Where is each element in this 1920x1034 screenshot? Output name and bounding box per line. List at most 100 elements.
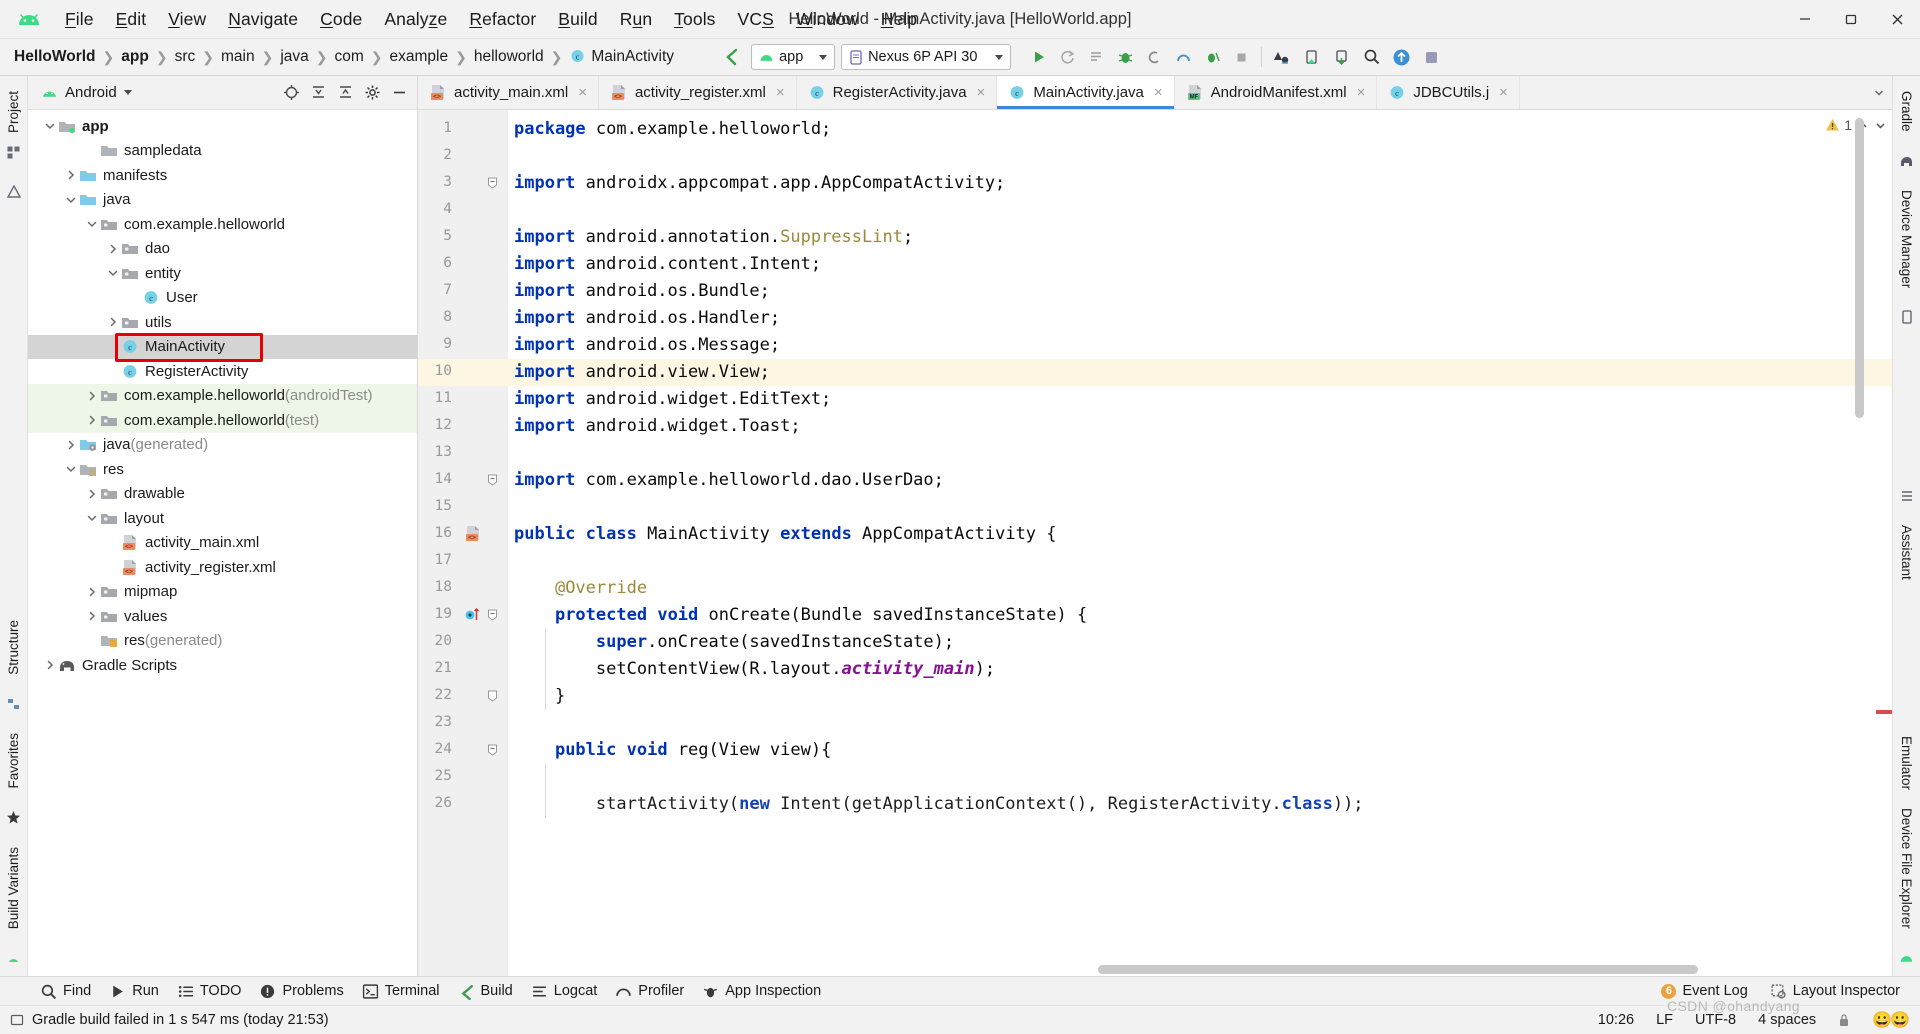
breadcrumb-item-src[interactable]: src [175,48,196,66]
rail-tab-emulator[interactable]: Emulator [1899,727,1914,799]
chevron-down-icon[interactable] [42,118,58,134]
minimize-button[interactable] [1782,0,1828,38]
tool-window-event-log[interactable]: 6 Event Log [1657,983,1761,999]
menu-item-window[interactable]: Window [785,6,870,33]
close-tab-icon[interactable]: × [1357,84,1366,101]
restore-button[interactable] [1828,0,1874,38]
editor-gutter[interactable]: 1 2 3 4 5 6 7 8 9 10 11 12 13 14 15 16 <> 17 18 19 20 21 22 23 2… [418,110,508,976]
menu-item-view[interactable]: View [157,6,217,33]
editor-tab-activity_register-xml[interactable]: <> activity_register.xml × [598,76,797,109]
menu-item-help[interactable]: Help [870,6,928,33]
tree-item[interactable]: manifests [28,163,417,188]
inspection-status[interactable]: 1 [1825,117,1852,133]
status-message[interactable]: Gradle build failed in 1 s 547 ms (today… [32,1012,329,1028]
error-stripe-marker[interactable] [1876,710,1892,714]
tree-item[interactable]: <> activity_register.xml [28,555,417,580]
menu-item-navigate[interactable]: Navigate [217,6,309,33]
vcs-update-button[interactable] [1388,44,1415,71]
tree-item[interactable]: <> activity_main.xml [28,531,417,556]
code-fold-icon[interactable] [486,743,500,757]
tree-item[interactable]: sampledata [28,139,417,164]
chevron-down-icon[interactable] [63,192,79,208]
editor-tab-bar[interactable]: <> activity_main.xml × <> activity_register.… [418,76,1892,110]
collapse-all-icon[interactable] [333,81,357,105]
menu-item-analyze[interactable]: Analyze [373,6,458,33]
structure-icon[interactable] [4,694,24,714]
chevron-right-icon[interactable] [84,412,100,428]
tool-window-build[interactable]: Build [454,983,527,1000]
close-tab-icon[interactable]: × [578,84,587,101]
editor-tab-androidmanifest-xml[interactable]: MF AndroidManifest.xml × [1174,76,1378,109]
run-coverage-button[interactable] [1199,44,1226,71]
tree-item[interactable]: java [28,188,417,213]
tree-item[interactable]: values [28,604,417,629]
tree-item-selected[interactable]: c MainActivity [28,334,417,359]
tree-item[interactable]: java (generated) [28,433,417,458]
code-fold-icon[interactable] [486,176,500,190]
tool-window-run[interactable]: Run [105,983,173,1000]
tree-item[interactable]: com.example.helloworld (test) [28,408,417,433]
gutter-layout-xml-icon[interactable]: <> [464,525,482,543]
sdk-manager-button[interactable] [1268,44,1295,71]
rail-tab-device-file-explorer[interactable]: Device File Explorer [1899,799,1914,938]
tree-item[interactable]: drawable [28,482,417,507]
line-separator[interactable]: LF [1656,1012,1673,1028]
next-highlight-icon[interactable] [1874,119,1888,133]
favorites-star-icon[interactable] [4,808,24,828]
tool-window-layout-inspector[interactable]: Layout Inspector [1766,983,1914,1000]
close-tab-icon[interactable]: × [776,84,785,101]
breadcrumb-item-java[interactable]: java [280,48,308,66]
rail-tab-project[interactable]: Project [6,82,21,142]
close-tab-icon[interactable]: × [977,84,986,101]
hide-panel-icon[interactable] [387,81,411,105]
indent-setting[interactable]: 4 spaces [1758,1012,1816,1028]
gutter-override-method-icon[interactable] [464,606,482,624]
file-encoding[interactable]: UTF-8 [1695,1012,1736,1028]
code-content[interactable]: package com.example.helloworld; import an… [508,110,1892,976]
chevron-right-icon[interactable] [84,388,100,404]
menu-item-code[interactable]: Code [309,6,373,33]
lock-icon[interactable] [1838,1013,1850,1027]
chevron-right-icon[interactable] [84,486,100,502]
caret-position[interactable]: 10:26 [1598,1012,1634,1028]
close-button[interactable] [1874,0,1920,38]
search-everywhere-button[interactable] [1358,44,1385,71]
rail-tab-structure[interactable]: Structure [6,611,21,684]
chevron-down-icon[interactable] [84,510,100,526]
tree-item[interactable]: layout [28,506,417,531]
breadcrumb-item-mainactivity[interactable]: c MainActivity [569,48,674,66]
chevron-right-icon[interactable] [63,167,79,183]
chevron-right-icon[interactable] [84,608,100,624]
breadcrumb-item-helloworld[interactable]: helloworld [474,48,544,66]
chevron-down-icon[interactable] [105,265,121,281]
editor-tab-activity_main-xml[interactable]: <> activity_main.xml × [418,76,599,109]
breadcrumb-item-app[interactable]: app [121,48,149,66]
breadcrumb-item-com[interactable]: com [334,48,363,66]
tree-item[interactable]: res [28,457,417,482]
apply-changes-button[interactable] [1083,44,1110,71]
rail-tab-assistant[interactable]: Assistant [1899,516,1914,589]
device-file-explorer-button[interactable] [1328,44,1355,71]
close-tab-icon[interactable]: × [1499,84,1508,101]
module-selector[interactable]: app [751,44,836,70]
build-variants-icon[interactable] [4,948,24,968]
profile-button[interactable] [1170,44,1197,71]
chevron-down-icon[interactable] [123,90,132,95]
tool-window-problems[interactable]: Problems [255,983,357,1000]
avd-manager-button[interactable] [1298,44,1325,71]
rail-tab-gradle[interactable]: Gradle [1899,82,1914,141]
run-button[interactable] [1025,44,1052,71]
tool-window-app-inspection[interactable]: App Inspection [698,983,835,1000]
tree-item[interactable]: app [28,114,417,139]
chevron-right-icon[interactable] [105,314,121,330]
tree-item[interactable]: com.example.helloworld (androidTest) [28,383,417,408]
menu-item-refactor[interactable]: Refactor [458,6,547,33]
editor-tab-jdbcutils-j[interactable]: c JDBCUtils.j × [1377,76,1520,109]
tree-item[interactable]: c RegisterActivity [28,359,417,384]
editor-tab-mainactivity-java[interactable]: c MainActivity.java × [997,76,1175,109]
gradle-sync-icon[interactable] [718,44,745,71]
rail-tab-device-manager[interactable]: Device Manager [1899,181,1914,297]
gradle-elephant-icon[interactable] [1897,151,1917,171]
tree-item[interactable]: dao [28,237,417,262]
tool-window-profiler[interactable]: Profiler [611,983,698,1000]
